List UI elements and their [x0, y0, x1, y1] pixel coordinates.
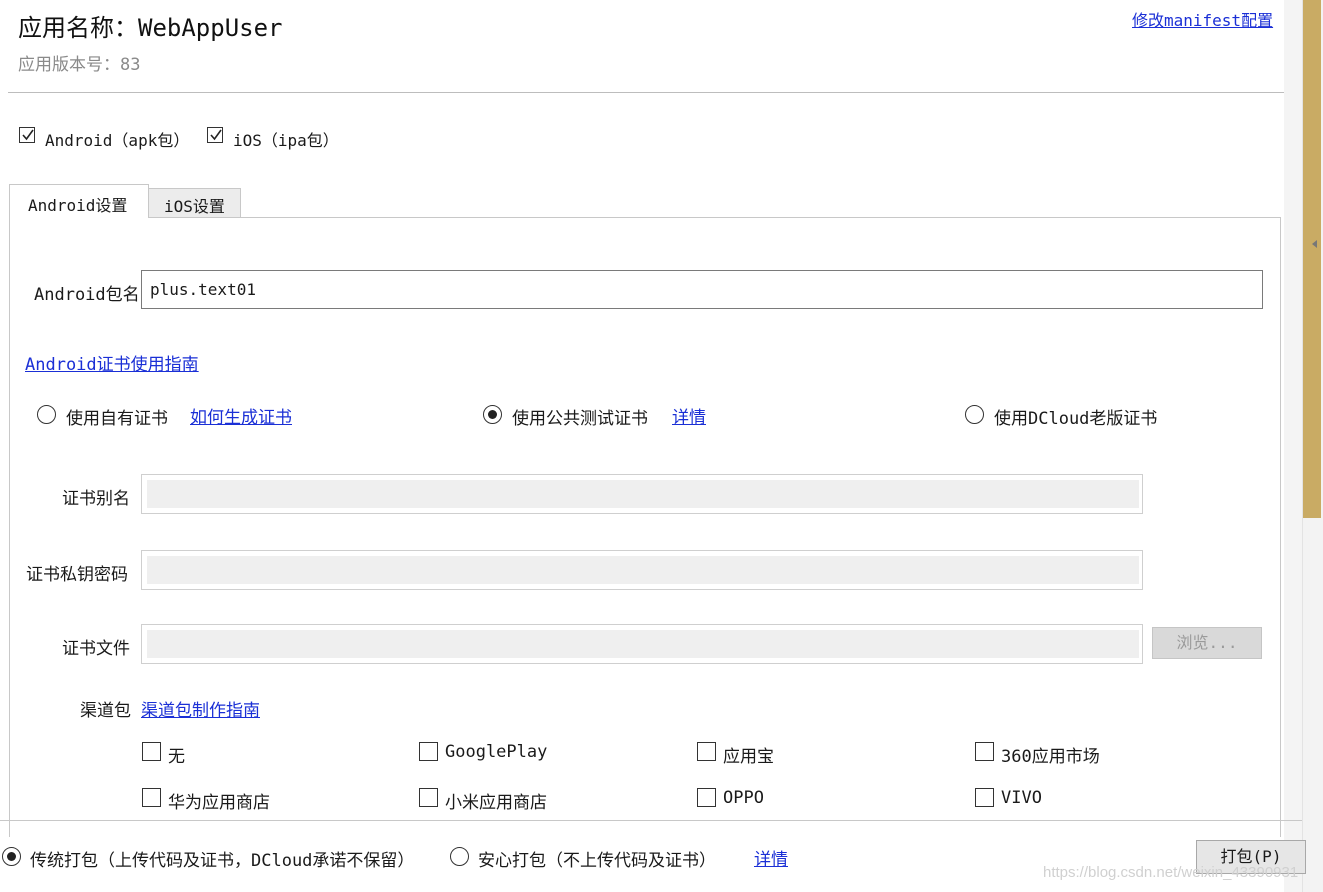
tab-label: Android设置: [28, 196, 128, 215]
channel-yingyongbao-label: 应用宝: [723, 747, 774, 767]
scrollbar-thumb[interactable]: [1303, 0, 1321, 518]
cert-file-label: 证书文件: [62, 639, 130, 659]
checkmark-icon: [22, 129, 34, 141]
edit-manifest-link[interactable]: 修改manifest配置: [1132, 7, 1273, 31]
tab-ios-settings[interactable]: iOS设置: [148, 188, 241, 217]
ios-platform-checkbox[interactable]: [207, 127, 223, 143]
watermark-text: https://blog.csdn.net/weixin_43390931: [1043, 864, 1299, 881]
channel-oppo-checkbox[interactable]: [697, 788, 716, 807]
cert-alias-input[interactable]: [141, 474, 1143, 514]
package-name-label: Android包名: [34, 285, 140, 305]
dcloud-old-cert-radio[interactable]: [965, 405, 984, 424]
channel-yingyongbao-checkbox[interactable]: [697, 742, 716, 761]
own-cert-radio[interactable]: [37, 405, 56, 424]
traditional-pack-radio[interactable]: [2, 847, 21, 866]
ios-platform-label: iOS（ipa包）: [233, 131, 339, 150]
channel-xiaomi-label: 小米应用商店: [445, 793, 547, 813]
cert-guide-link[interactable]: Android证书使用指南: [25, 350, 199, 375]
safe-pack-label: 安心打包（不上传代码及证书）: [478, 851, 716, 871]
channel-label: 渠道包: [80, 701, 131, 721]
collapse-arrow-icon[interactable]: [1312, 240, 1317, 248]
channel-vivo-label: VIVO: [1001, 788, 1042, 808]
own-cert-label: 使用自有证书: [66, 409, 168, 429]
public-test-cert-radio[interactable]: [483, 405, 502, 424]
cert-password-label: 证书私钥密码: [26, 565, 128, 585]
channel-vivo-checkbox[interactable]: [975, 788, 994, 807]
channel-none-label: 无: [168, 747, 185, 767]
tab-android-settings[interactable]: Android设置: [9, 184, 149, 218]
footer-divider: [0, 820, 1302, 821]
public-cert-details-link[interactable]: 详情: [672, 403, 706, 428]
side-panel-strip: [1284, 0, 1302, 892]
app-version-label: 应用版本号：83: [18, 55, 141, 75]
channel-oppo-label: OPPO: [723, 788, 764, 808]
android-platform-checkbox[interactable]: [19, 127, 35, 143]
dcloud-old-cert-label: 使用DCloud老版证书: [994, 409, 1158, 429]
channel-googleplay-label: GooglePlay: [445, 742, 548, 762]
channel-huawei-label: 华为应用商店: [168, 793, 270, 813]
traditional-pack-label: 传统打包（上传代码及证书，DCloud承诺不保留）: [30, 851, 415, 871]
tab-label: iOS设置: [164, 197, 225, 216]
channel-xiaomi-checkbox[interactable]: [419, 788, 438, 807]
browse-button[interactable]: 浏览...: [1152, 627, 1262, 659]
channel-none-checkbox[interactable]: [142, 742, 161, 761]
android-platform-label: Android（apk包）: [45, 131, 190, 150]
cert-file-input[interactable]: [141, 624, 1143, 664]
cert-alias-label: 证书别名: [62, 489, 130, 509]
cert-password-input[interactable]: [141, 550, 1143, 590]
public-test-cert-label: 使用公共测试证书: [512, 409, 648, 429]
header-divider: [8, 92, 1284, 93]
safe-pack-radio[interactable]: [450, 847, 469, 866]
channel-guide-link[interactable]: 渠道包制作指南: [141, 696, 260, 721]
channel-360-checkbox[interactable]: [975, 742, 994, 761]
checkmark-icon: [210, 129, 222, 141]
how-to-generate-cert-link[interactable]: 如何生成证书: [190, 403, 292, 428]
package-name-input[interactable]: plus.text01: [141, 270, 1263, 309]
app-name-title: 应用名称：WebAppUser: [18, 14, 283, 42]
channel-huawei-checkbox[interactable]: [142, 788, 161, 807]
channel-360-label: 360应用市场: [1001, 747, 1100, 767]
channel-googleplay-checkbox[interactable]: [419, 742, 438, 761]
pack-details-link[interactable]: 详情: [754, 845, 788, 870]
